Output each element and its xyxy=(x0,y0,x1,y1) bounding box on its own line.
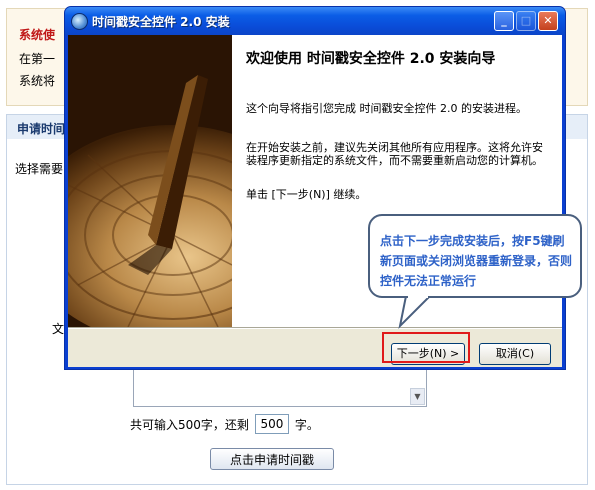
footer-divider xyxy=(68,327,562,329)
installer-title: 时间戳安全控件 2.0 安装 xyxy=(92,15,230,29)
intro-paragraph: 这个向导将指引您完成 时间戳安全控件 2.0 的安装进程。 xyxy=(246,102,527,115)
sundial-image xyxy=(68,35,232,327)
callout-text: 点击下一步完成安装后，按F5键刷新页面或关闭浏览器重新登录，否则控件无法正常运行 xyxy=(380,234,573,288)
installer-body: 欢迎使用 时间戳安全控件 2.0 安装向导 这个向导将指引您完成 时间戳安全控件… xyxy=(68,35,562,367)
notice-line-1: 在第一 xyxy=(19,52,56,66)
char-remaining-box: 500 xyxy=(254,414,289,434)
char-count-suffix: 字。 xyxy=(294,417,319,432)
scroll-down-icon[interactable]: ▼ xyxy=(410,388,425,405)
cancel-button[interactable]: 取消(C) xyxy=(479,343,551,365)
select-label: 选择需要 xyxy=(15,162,64,176)
close-icon[interactable]: ✕ xyxy=(538,11,558,31)
apply-section-title: 申请时间 xyxy=(17,122,66,136)
notice-line-2: 系统将 xyxy=(19,74,56,88)
notice-title: 系统使 xyxy=(19,28,56,42)
next-button-highlight xyxy=(382,332,470,363)
installer-window: 时间戳安全控件 2.0 安装 _ □ ✕ 欢迎使用 时间戳安全控件 2.0 安装… xyxy=(64,6,566,370)
content-textarea[interactable] xyxy=(133,368,427,407)
char-count-prefix: 共可输入500字，还剩 xyxy=(130,417,249,432)
apply-timestamp-button[interactable]: 点击申请时间戳 xyxy=(210,448,334,470)
welcome-heading: 欢迎使用 时间戳安全控件 2.0 安装向导 xyxy=(246,51,496,67)
close-apps-paragraph: 在开始安装之前，建议先关闭其他所有应用程序。这将允许安装程序更新指定的系统文件，… xyxy=(246,141,543,167)
char-count-row: 共可输入500字，还剩 500 字。 xyxy=(130,414,319,434)
minimize-icon[interactable]: _ xyxy=(494,11,514,31)
maximize-icon: □ xyxy=(516,11,536,31)
installer-app-icon xyxy=(71,13,88,30)
installer-titlebar[interactable]: 时间戳安全控件 2.0 安装 _ □ ✕ xyxy=(65,7,565,35)
text-field-label: 文 xyxy=(52,322,65,336)
continue-instruction: 单击 [下一步(N)] 继续。 xyxy=(246,188,367,201)
instruction-callout: 点击下一步完成安装后，按F5键刷新页面或关闭浏览器重新登录，否则控件无法正常运行 xyxy=(368,214,582,298)
